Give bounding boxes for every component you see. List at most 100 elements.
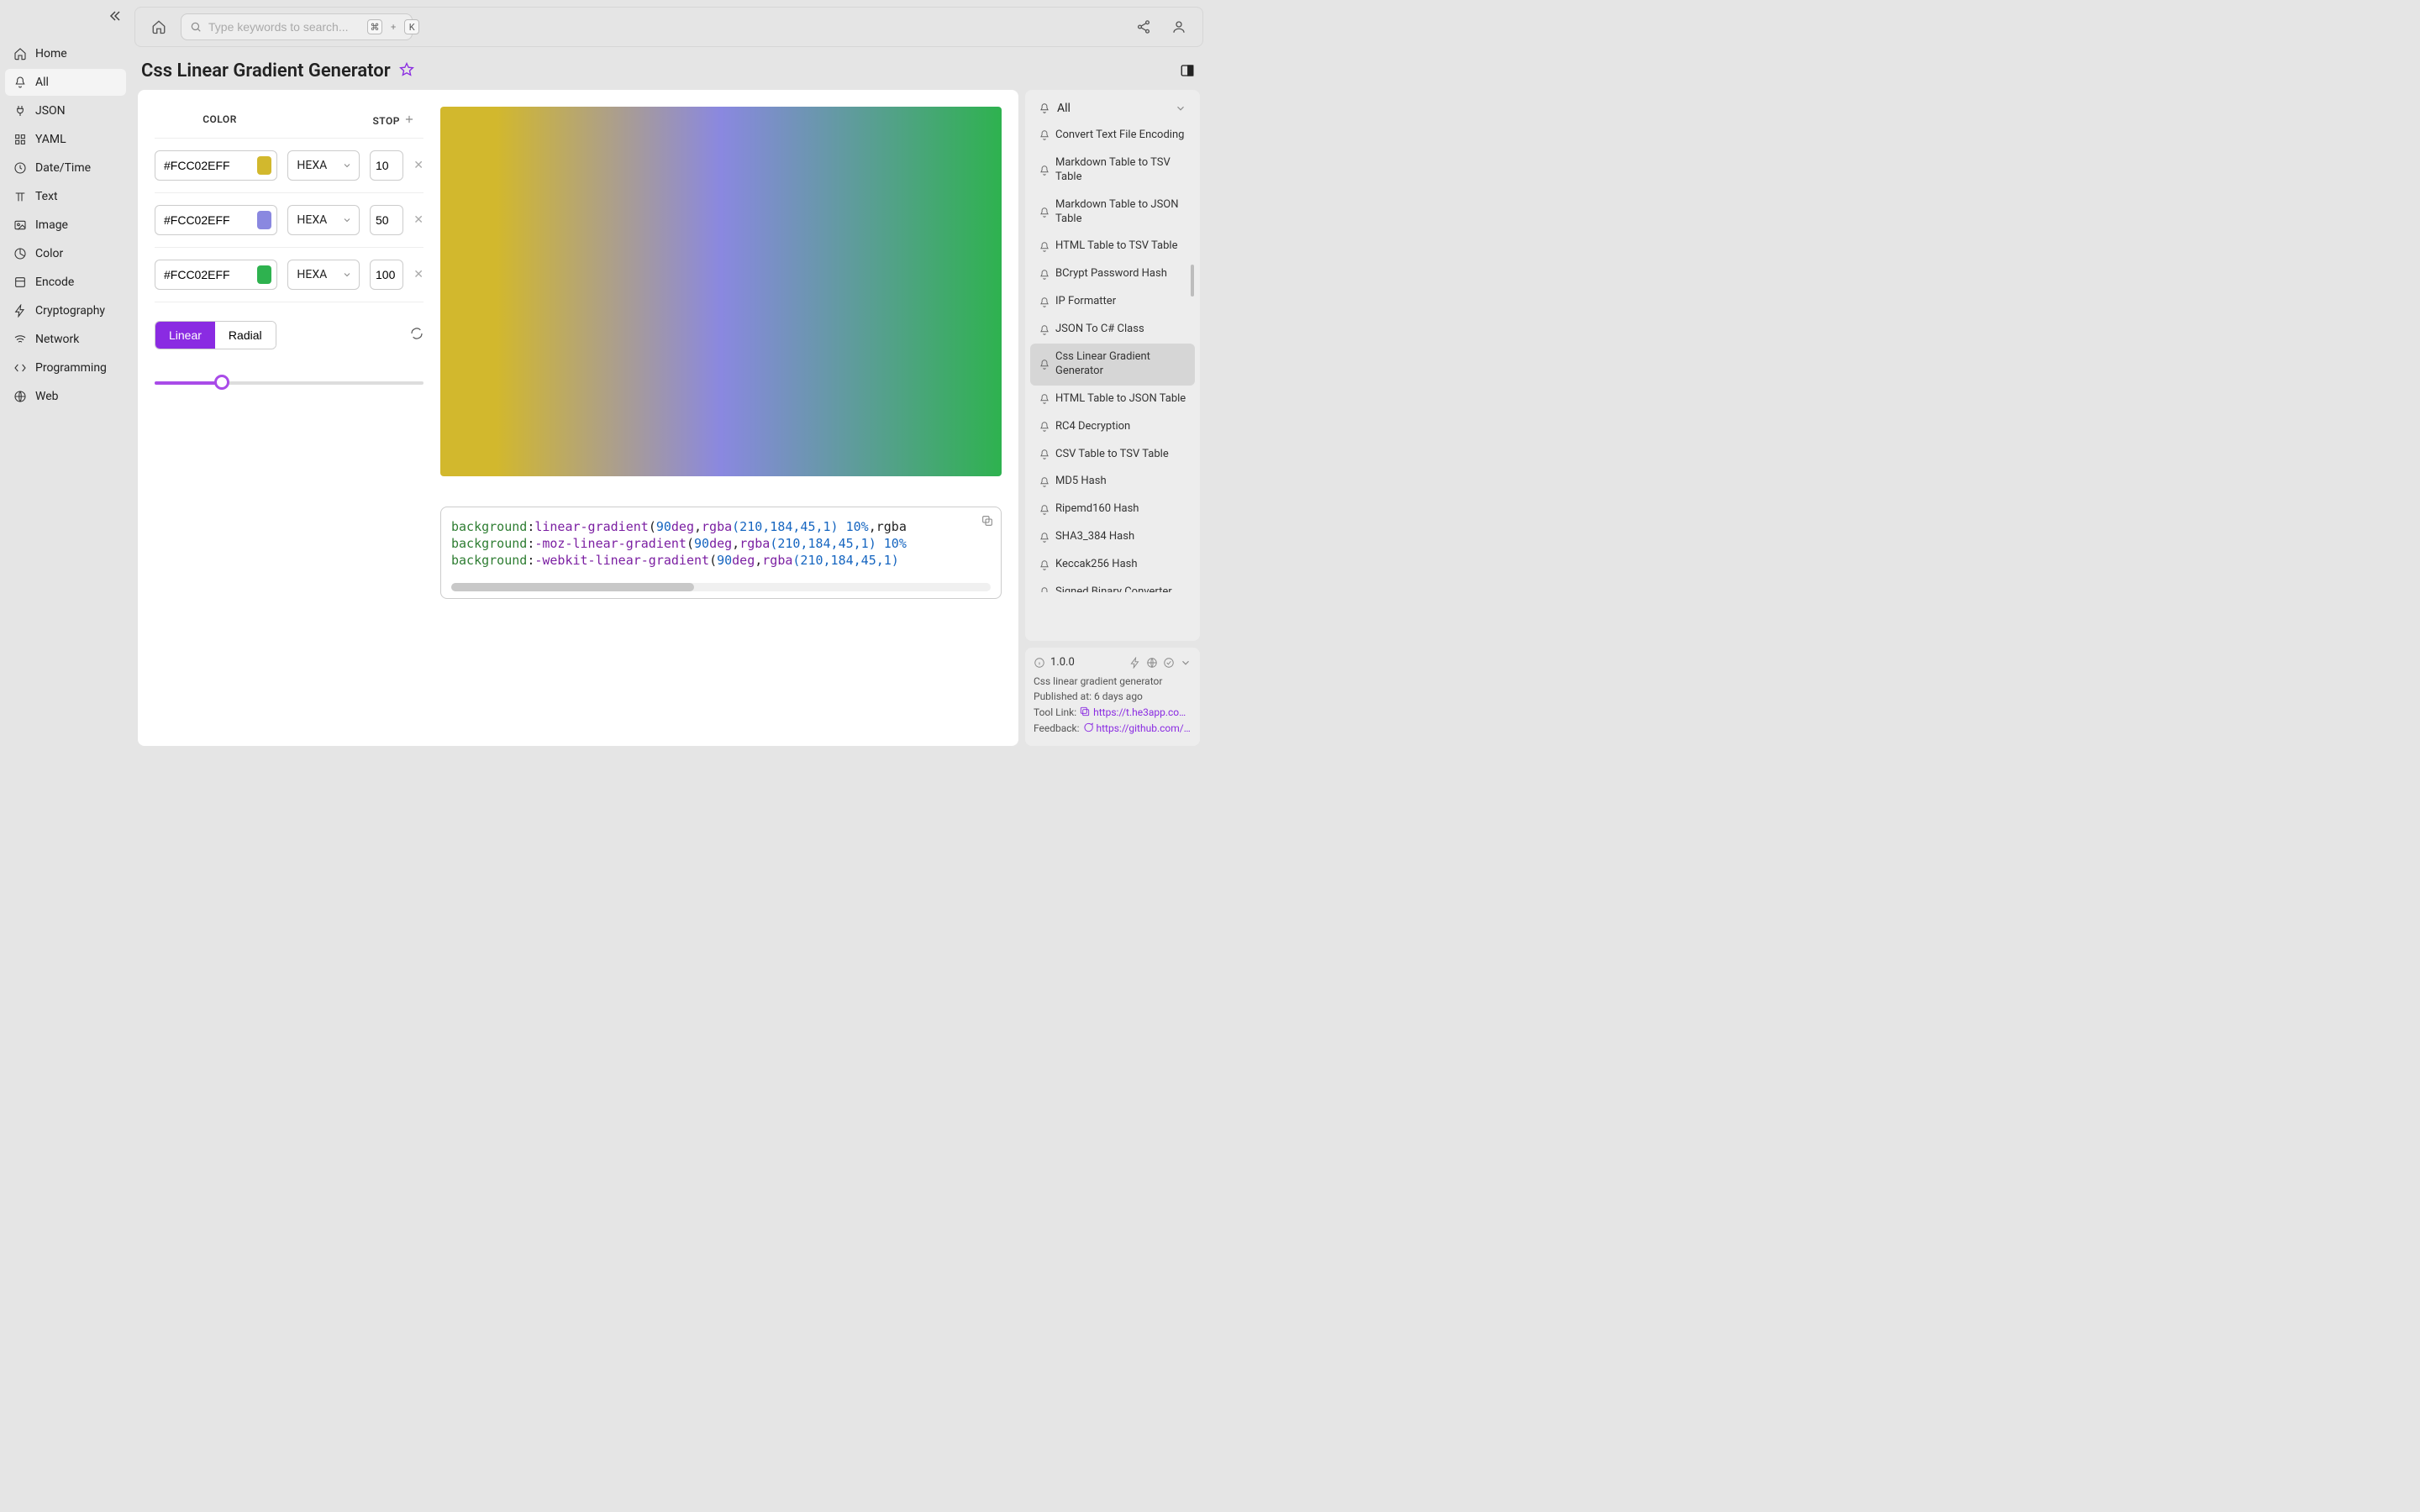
copy-link-icon[interactable] <box>1079 706 1091 717</box>
search-input[interactable] <box>208 20 360 34</box>
color-hex-input[interactable] <box>155 260 277 290</box>
color-stop-row: HEXA ✕ <box>155 248 424 302</box>
chevron-down-icon[interactable] <box>1180 657 1192 669</box>
tool-link: Tool Link: https://t.he3app.co… <box>1034 706 1192 718</box>
color-swatch[interactable] <box>257 211 272 229</box>
color-stop-row: HEXA ✕ <box>155 193 424 248</box>
remove-stop-icon[interactable]: ✕ <box>413 268 424 281</box>
sidebar-item-programming[interactable]: Programming <box>5 354 126 381</box>
code-line: background:-webkit-linear-gradient(90deg… <box>451 553 991 568</box>
radial-mode-button[interactable]: Radial <box>215 322 276 349</box>
tool-item[interactable]: Keccak256 Hash <box>1030 551 1195 579</box>
copy-icon[interactable] <box>981 514 994 531</box>
linear-mode-button[interactable]: Linear <box>155 322 215 349</box>
color-format-select[interactable]: HEXA <box>287 205 360 235</box>
color-format-select[interactable]: HEXA <box>287 260 360 290</box>
remove-stop-icon[interactable]: ✕ <box>413 159 424 172</box>
message-icon[interactable] <box>1082 722 1094 733</box>
sidebar-item-web[interactable]: Web <box>5 383 126 410</box>
sidebar-item-label: Network <box>35 333 79 346</box>
user-icon[interactable] <box>1165 13 1192 40</box>
sidebar-item-date-time[interactable]: Date/Time <box>5 155 126 181</box>
tool-item[interactable]: Signed Binary Converter <box>1030 579 1195 592</box>
stop-field[interactable] <box>376 268 397 281</box>
column-headers: COLOR STOP <box>155 107 424 138</box>
color-format-select[interactable]: HEXA <box>287 150 360 181</box>
sidebar-item-color[interactable]: Color <box>5 240 126 267</box>
sidebar-item-encode[interactable]: Encode <box>5 269 126 296</box>
favorite-star-icon[interactable] <box>399 62 414 81</box>
hex-field[interactable] <box>164 213 252 227</box>
tool-filter-dropdown[interactable]: All <box>1030 95 1195 122</box>
panel-toggle-icon[interactable] <box>1180 63 1197 80</box>
search-field[interactable]: ⌘ + K <box>181 13 413 40</box>
tool-link-url[interactable]: https://t.he3app.co… <box>1093 706 1186 718</box>
sidebar-item-yaml[interactable]: YAML <box>5 126 126 153</box>
angle-slider[interactable] <box>155 375 424 391</box>
sidebar-item-json[interactable]: JSON <box>5 97 126 124</box>
refresh-icon[interactable] <box>410 327 424 344</box>
sidebar-item-label: Encode <box>35 276 74 289</box>
hex-field[interactable] <box>164 268 252 281</box>
tool-item[interactable]: IP Formatter <box>1030 288 1195 316</box>
share-icon[interactable] <box>1130 13 1157 40</box>
color-swatch[interactable] <box>257 265 272 284</box>
type-icon <box>13 190 27 203</box>
collapse-sidebar-icon[interactable] <box>108 9 121 26</box>
color-hex-input[interactable] <box>155 205 277 235</box>
bolt-icon[interactable] <box>1129 657 1141 669</box>
stop-field[interactable] <box>376 213 397 227</box>
color-swatch[interactable] <box>257 156 272 175</box>
color-hex-input[interactable] <box>155 150 277 181</box>
tool-item[interactable]: HTML Table to TSV Table <box>1030 233 1195 260</box>
sidebar-item-text[interactable]: Text <box>5 183 126 210</box>
sidebar-item-home[interactable]: Home <box>5 40 126 67</box>
bell-icon <box>1039 559 1050 571</box>
tool-item[interactable]: HTML Table to JSON Table <box>1030 386 1195 413</box>
sidebar-item-network[interactable]: Network <box>5 326 126 353</box>
stop-percent-input[interactable] <box>370 260 403 290</box>
add-stop-icon[interactable] <box>403 113 415 128</box>
tool-item[interactable]: CSV Table to TSV Table <box>1030 441 1195 469</box>
bell-icon <box>1039 102 1050 114</box>
hex-field[interactable] <box>164 159 252 172</box>
scrollbar-thumb[interactable] <box>451 583 694 591</box>
chevron-down-icon <box>342 270 352 280</box>
stop-percent-input[interactable] <box>370 150 403 181</box>
bell-icon <box>1039 393 1050 405</box>
tool-item-label: Signed Binary Converter <box>1055 585 1172 592</box>
kbd-k: K <box>404 19 419 34</box>
sidebar-item-image[interactable]: Image <box>5 212 126 239</box>
tool-item[interactable]: Ripemd160 Hash <box>1030 496 1195 523</box>
tool-item[interactable]: RC4 Decryption <box>1030 413 1195 441</box>
tool-item[interactable]: MD5 Hash <box>1030 468 1195 496</box>
tool-item[interactable]: Convert Text File Encoding <box>1030 122 1195 150</box>
tool-list[interactable]: Convert Text File EncodingMarkdown Table… <box>1030 122 1195 592</box>
tool-item[interactable]: BCrypt Password Hash <box>1030 260 1195 288</box>
feedback-url[interactable]: https://github.com/… <box>1097 722 1191 734</box>
stop-field[interactable] <box>376 159 397 172</box>
horizontal-scrollbar[interactable] <box>451 583 991 591</box>
scrollbar-thumb[interactable] <box>1191 265 1194 297</box>
check-circle-icon[interactable] <box>1163 657 1175 669</box>
tool-item-label: Ripemd160 Hash <box>1055 502 1139 517</box>
tool-item[interactable]: JSON To C# Class <box>1030 316 1195 344</box>
slider-thumb[interactable] <box>214 375 229 390</box>
tool-item[interactable]: Markdown Table to JSON Table <box>1030 192 1195 234</box>
sidebar-item-cryptography[interactable]: Cryptography <box>5 297 126 324</box>
remove-stop-icon[interactable]: ✕ <box>413 213 424 227</box>
chevron-down-icon <box>1175 102 1186 114</box>
sidebar-item-label: Date/Time <box>35 161 91 175</box>
home-icon <box>13 47 27 60</box>
tool-item[interactable]: Css Linear Gradient Generator <box>1030 344 1195 386</box>
gradient-preview <box>440 107 1002 476</box>
globe-icon[interactable] <box>1146 657 1158 669</box>
tool-item[interactable]: SHA3_384 Hash <box>1030 523 1195 551</box>
home-button[interactable] <box>145 13 172 40</box>
bell-icon <box>1039 129 1050 141</box>
sidebar-item-all[interactable]: All <box>5 69 126 96</box>
tool-item[interactable]: Markdown Table to TSV Table <box>1030 150 1195 192</box>
stop-percent-input[interactable] <box>370 205 403 235</box>
wifi-icon <box>13 333 27 346</box>
tool-item-label: Css Linear Gradient Generator <box>1055 350 1186 379</box>
